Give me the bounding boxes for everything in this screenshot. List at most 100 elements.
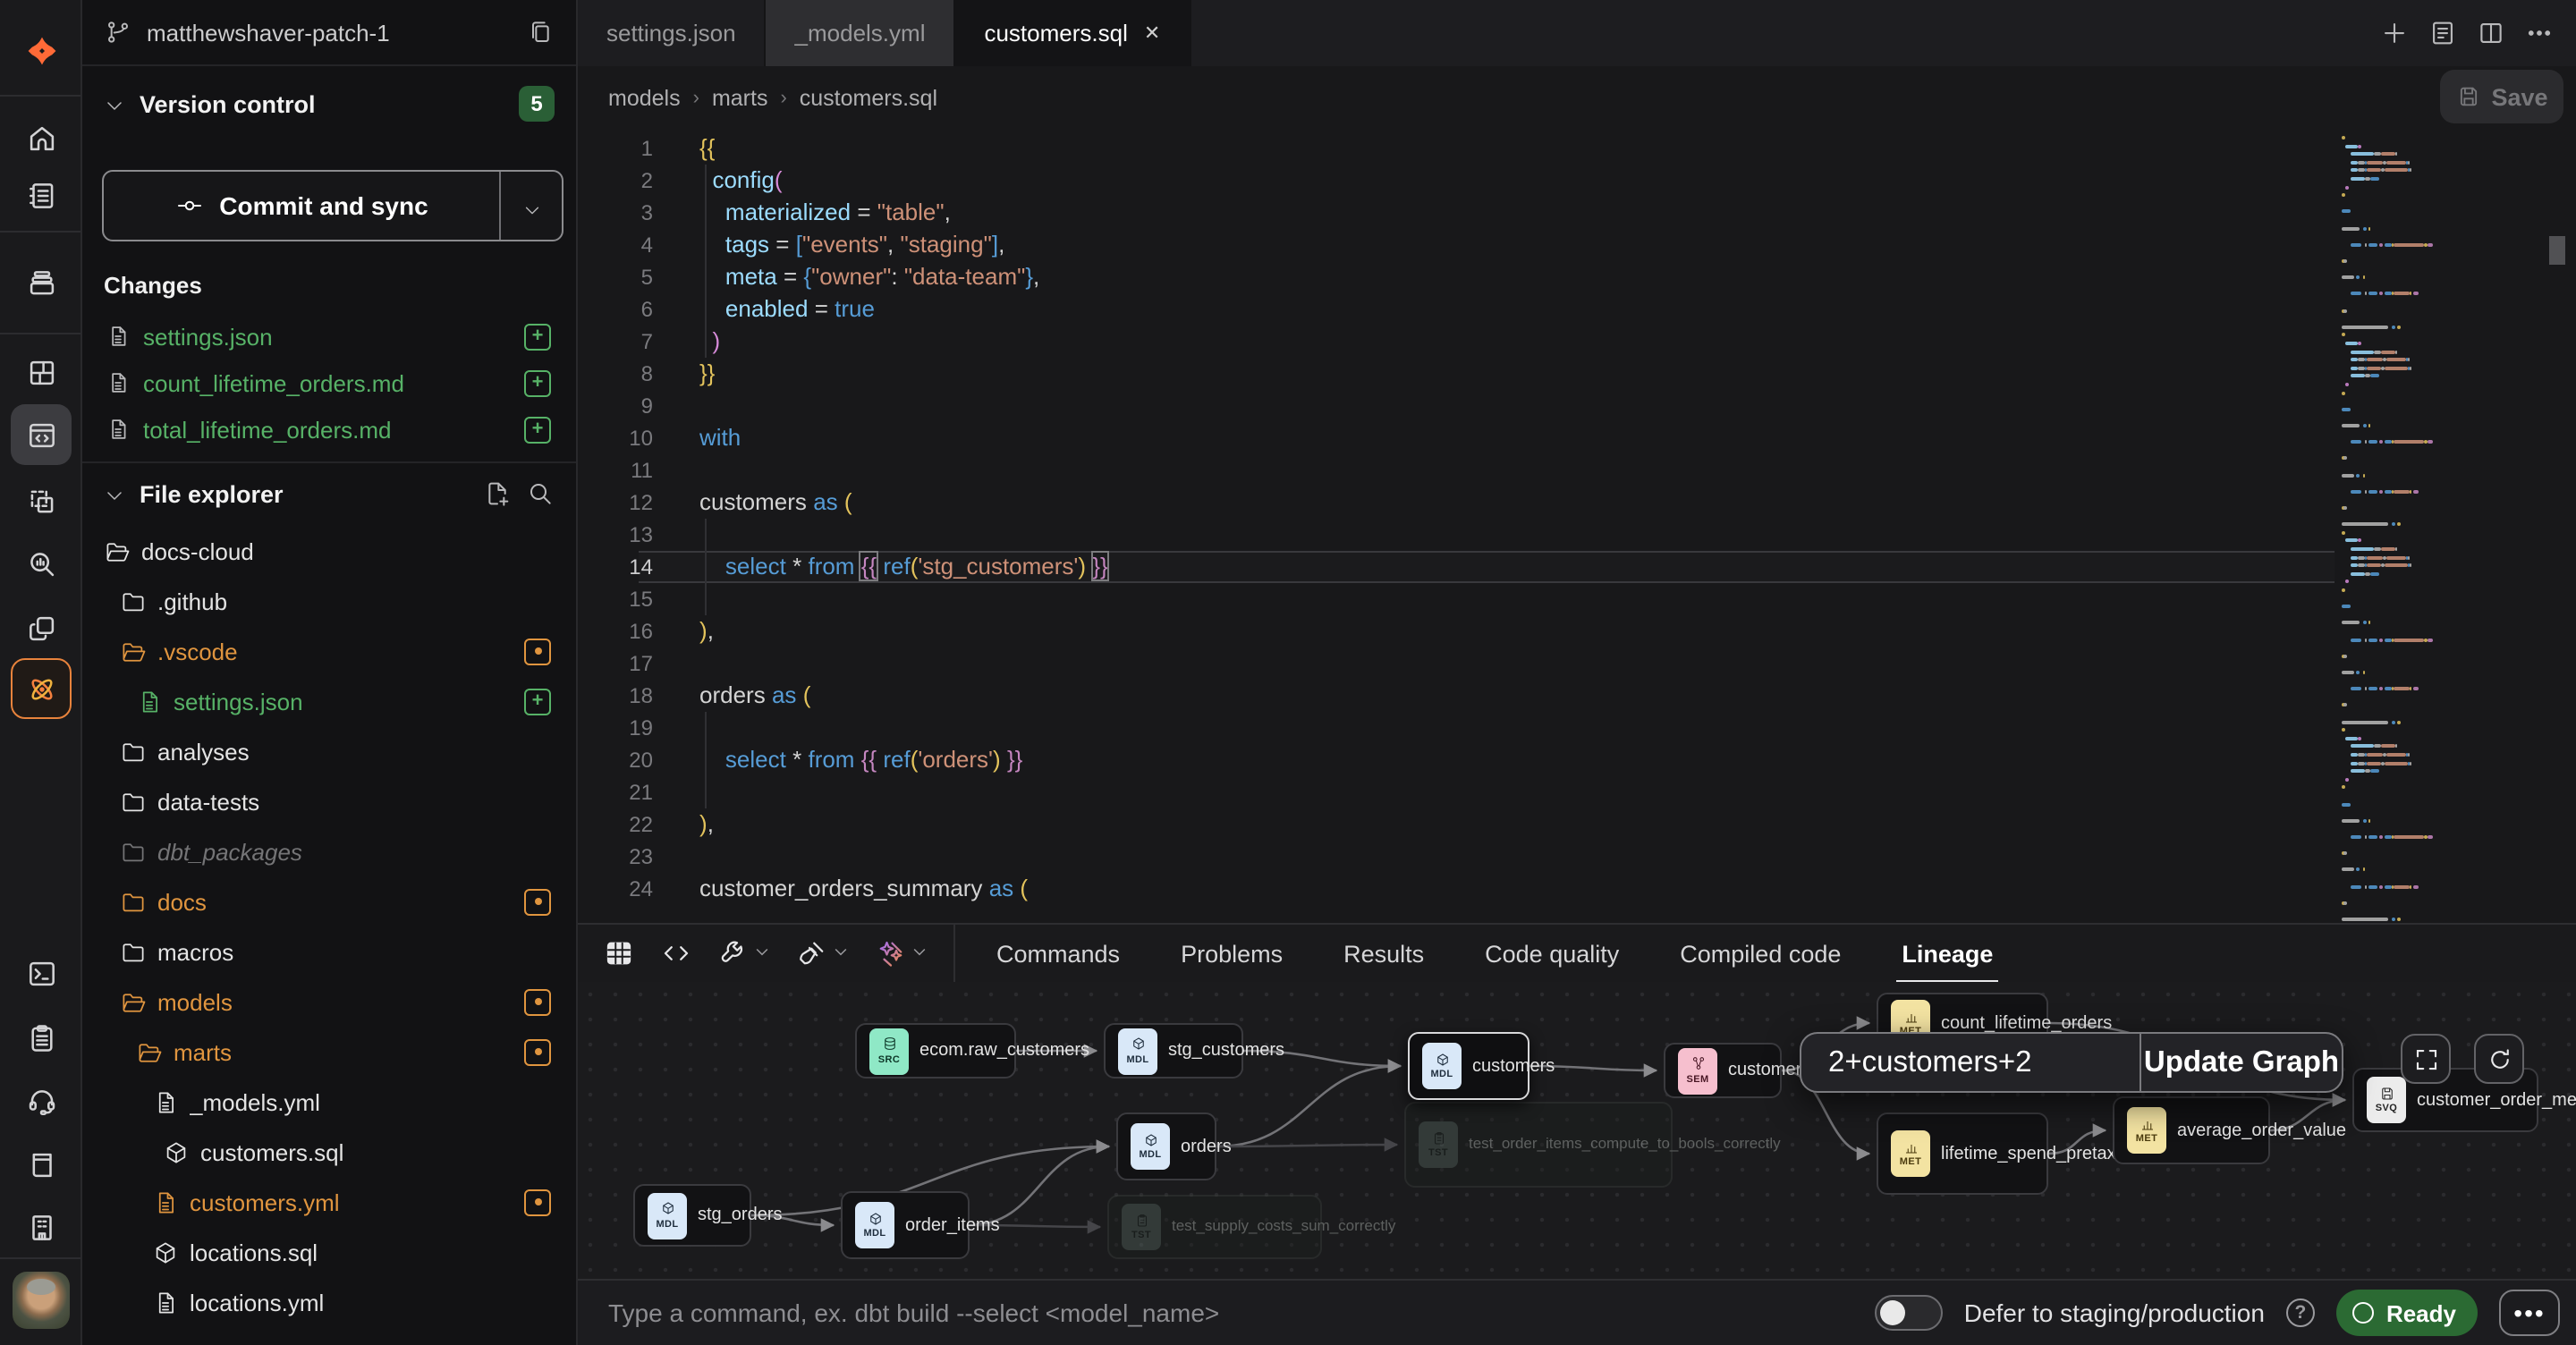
tree-item-analyses[interactable]: analyses [82, 726, 576, 776]
lineage-node-test_supply_costs_sum_correctly[interactable]: TSTtest_supply_costs_sum_correctly [1107, 1195, 1322, 1259]
orchestration-icon[interactable] [11, 597, 72, 658]
dbt-fusion-icon[interactable] [11, 658, 72, 719]
panel-tab-problems[interactable]: Problems [1150, 924, 1313, 983]
tree-item-models[interactable]: models [82, 977, 576, 1027]
tab-_models.yml[interactable]: _models.yml [767, 0, 956, 66]
tree-item-.vscode[interactable]: .vscode [82, 626, 576, 676]
chevron-down-icon[interactable] [753, 937, 771, 969]
ai-assist-icon[interactable] [875, 937, 907, 969]
breadcrumb-part[interactable]: models [608, 85, 681, 110]
tree-item-settings.json[interactable]: settings.json+ [82, 676, 576, 726]
tree-item-marts[interactable]: marts [82, 1027, 576, 1077]
chevron-down-icon[interactable] [911, 937, 928, 969]
lineage-node-customers[interactable]: MDLcustomers [1408, 1032, 1530, 1100]
tree-item-docs[interactable]: docs [82, 876, 576, 926]
search-icon[interactable] [526, 479, 555, 508]
docs-book-icon[interactable] [11, 1134, 72, 1195]
support-headset-icon[interactable] [11, 1070, 72, 1130]
refresh-graph-button[interactable] [2474, 1034, 2524, 1084]
journal-icon[interactable] [2428, 18, 2458, 48]
version-control-header[interactable]: Version control 5 [82, 79, 576, 129]
dashboard-icon[interactable] [11, 342, 72, 402]
panel-tab-results[interactable]: Results [1313, 924, 1454, 983]
commit-and-sync-label-area[interactable]: Commit and sync [104, 172, 501, 240]
panel-tab-compiled-code[interactable]: Compiled code [1649, 924, 1871, 983]
update-graph-button[interactable]: Update Graph [2141, 1034, 2342, 1091]
lineage-node-order_items[interactable]: MDLorder_items [841, 1191, 970, 1259]
tab-customers.sql[interactable]: customers.sql✕ [955, 0, 1191, 66]
lineage-node-customers[interactable]: SEMcustomers [1664, 1043, 1782, 1098]
changed-file-row[interactable]: total_lifetime_orders.md+ [82, 406, 576, 453]
organization-icon[interactable] [11, 1197, 72, 1257]
more-options-button[interactable]: ••• [2499, 1290, 2560, 1336]
format-code-icon[interactable] [796, 937, 828, 969]
commit-and-sync-button[interactable]: Commit and sync [102, 170, 564, 241]
new-tab-icon[interactable] [2379, 18, 2410, 48]
lineage-node-orders[interactable]: MDLorders [1116, 1112, 1216, 1180]
new-file-icon[interactable] [483, 479, 512, 508]
tree-item-customers.yml[interactable]: customers.yml [82, 1177, 576, 1227]
defer-toggle[interactable] [1875, 1295, 1943, 1331]
compile-code-icon[interactable] [660, 937, 692, 969]
help-icon[interactable]: ? [2286, 1298, 2315, 1327]
archive-icon[interactable] [11, 252, 72, 313]
minimap[interactable] [2342, 136, 2521, 923]
defer-label: Defer to staging/production [1964, 1298, 2265, 1327]
lineage-canvas[interactable]: SRCecom.raw_customers MDLstg_customers MDL… [578, 982, 2576, 1279]
breadcrumb-part[interactable]: customers.sql [800, 85, 937, 110]
close-tab-icon[interactable]: ✕ [1144, 21, 1160, 45]
ready-status-badge[interactable]: Ready [2336, 1290, 2478, 1336]
tree-item-customers.sql[interactable]: customers.sql [82, 1127, 576, 1177]
terminal-icon[interactable] [11, 943, 72, 1003]
lineage-selector-input[interactable]: 2+customers+2 [1801, 1034, 2141, 1091]
fullscreen-button[interactable] [2401, 1034, 2451, 1084]
tree-item-data-tests[interactable]: data-tests [82, 776, 576, 826]
lineage-node-ecom.raw_customers[interactable]: SRCecom.raw_customers [855, 1023, 1016, 1079]
changed-file-row[interactable]: count_lifetime_orders.md+ [82, 360, 576, 406]
code-text: tags = ["events", "staging"], [699, 229, 1004, 261]
version-control-title: Version control [140, 90, 504, 117]
file-explorer-header[interactable]: File explorer [82, 469, 576, 519]
clipboard-icon[interactable] [11, 1007, 72, 1068]
dbt-logo-icon[interactable] [11, 20, 72, 80]
folder-open-icon [120, 638, 147, 664]
save-button[interactable]: Save [2440, 70, 2563, 123]
visual-editor-icon[interactable] [11, 470, 72, 531]
tab-settings.json[interactable]: settings.json [578, 0, 767, 66]
explore-catalog-icon[interactable] [11, 533, 72, 594]
breadcrumb-part[interactable]: marts [712, 85, 768, 110]
tree-item-macros[interactable]: macros [82, 926, 576, 977]
preview-table-icon[interactable] [603, 937, 635, 969]
more-actions-icon[interactable] [2524, 18, 2555, 48]
lineage-node-average_order_value[interactable]: METaverage_order_value [2113, 1096, 2270, 1164]
command-input[interactable]: Type a command, ex. dbt build --select <… [608, 1298, 1875, 1327]
changed-file-row[interactable]: settings.json+ [82, 313, 576, 360]
tree-item-locations.sql[interactable]: locations.sql [82, 1227, 576, 1277]
build-wrench-icon[interactable] [717, 937, 750, 969]
lineage-node-stg_orders[interactable]: MDLstg_orders [633, 1184, 751, 1247]
changes-count-badge: 5 [519, 86, 555, 122]
panel-tab-lineage[interactable]: Lineage [1871, 924, 2023, 983]
split-editor-icon[interactable] [2476, 18, 2506, 48]
lineage-node-lifetime_spend_pretax[interactable]: METlifetime_spend_pretax [1877, 1112, 2048, 1195]
panel-tab-commands[interactable]: Commands [966, 924, 1150, 983]
user-avatar[interactable] [13, 1272, 70, 1329]
tree-item-dbt_packages[interactable]: dbt_packages [82, 826, 576, 876]
copy-icon[interactable] [526, 18, 555, 47]
panel-tab-code-quality[interactable]: Code quality [1454, 924, 1649, 983]
scrollbar-thumb[interactable] [2549, 236, 2565, 265]
code-editor[interactable]: 1{{2 config(3 materialized = "table",4 t… [578, 129, 2576, 923]
tree-item-.github[interactable]: .github [82, 576, 576, 626]
lineage-node-stg_customers[interactable]: MDLstg_customers [1104, 1023, 1243, 1079]
breadcrumb[interactable]: models›marts›customers.sql [608, 85, 937, 110]
branch-name[interactable]: matthewshaver-patch-1 [147, 19, 512, 46]
lineage-node-test_order_items_compute_to_bools_correctly[interactable]: TSTtest_order_items_compute_to_bools_cor… [1404, 1102, 1673, 1188]
home-icon[interactable] [11, 107, 72, 168]
tree-item-_models.yml[interactable]: _models.yml [82, 1077, 576, 1127]
notebook-icon[interactable] [11, 165, 72, 225]
tree-item-locations.yml[interactable]: locations.yml [82, 1277, 576, 1327]
chevron-down-icon[interactable] [832, 937, 850, 969]
tree-item-docs-cloud[interactable]: docs-cloud [82, 526, 576, 576]
code-editor-icon[interactable] [11, 404, 72, 465]
commit-options-dropdown[interactable] [501, 172, 562, 240]
